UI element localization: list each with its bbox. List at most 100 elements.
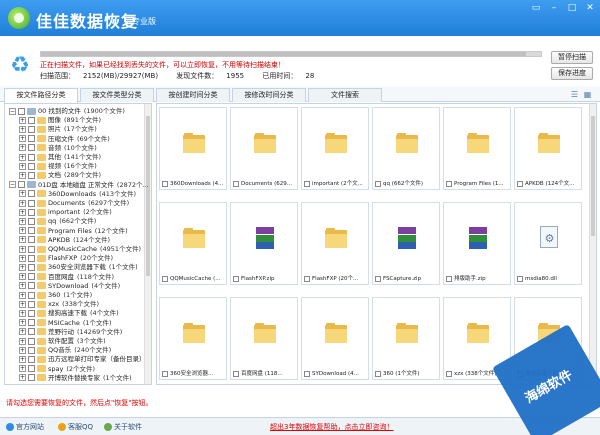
tree-checkbox[interactable]: [28, 245, 35, 253]
file-tile[interactable]: SYDownload (4...: [301, 297, 369, 380]
consult-link[interactable]: 超出3年数据恢复帮助，点击立即咨询！: [270, 422, 393, 432]
tree-item[interactable]: + MSICache (1个文件): [19, 319, 112, 328]
file-tile[interactable]: qq (662个文件): [372, 107, 440, 190]
tree-expander[interactable]: +: [19, 227, 26, 235]
save-progress-button[interactable]: 保存进度: [551, 67, 593, 80]
grid-scroll-thumb[interactable]: [591, 116, 595, 236]
tree-checkbox[interactable]: [28, 190, 35, 198]
tree-expander[interactable]: +: [19, 355, 26, 363]
file-tile[interactable]: 排版助手.zip: [443, 202, 511, 285]
tree-expander[interactable]: −: [9, 181, 16, 189]
tree-expander[interactable]: +: [19, 153, 26, 161]
tree-checkbox[interactable]: [28, 300, 35, 308]
support-qq-link[interactable]: 客服QQ: [58, 422, 93, 432]
file-checkbox[interactable]: [304, 370, 310, 377]
tree-item[interactable]: + Program Files (12个文件): [19, 227, 128, 236]
file-checkbox[interactable]: [162, 275, 168, 282]
tree-expander[interactable]: +: [19, 125, 26, 133]
file-checkbox[interactable]: [517, 275, 523, 282]
tab-by-modified[interactable]: 按修改时间分类: [232, 88, 306, 102]
file-tile[interactable]: 百度网盘 (118...: [230, 297, 298, 380]
tree-scroll-thumb[interactable]: [146, 116, 150, 276]
tree-checkbox[interactable]: [28, 125, 35, 133]
file-tile[interactable]: FlashFXP (20个...: [301, 202, 369, 285]
tree-item[interactable]: + SYDownload (4个文件): [19, 282, 120, 291]
tree-item[interactable]: + 迅方远程单打印专家（备份目录）: [19, 355, 146, 364]
tree-checkbox[interactable]: [28, 319, 35, 327]
tree-expander[interactable]: +: [19, 199, 26, 207]
tree-item[interactable]: + 视频 (16个文件): [19, 162, 97, 171]
tree-expander[interactable]: +: [19, 171, 26, 179]
tab-by-created[interactable]: 按创建时间分类: [156, 88, 230, 102]
tree-expander[interactable]: +: [19, 273, 26, 281]
tree-checkbox[interactable]: [28, 282, 35, 290]
tree-checkbox[interactable]: [18, 107, 25, 115]
tree-checkbox[interactable]: [28, 374, 35, 382]
tab-by-type[interactable]: 按文件类型分类: [80, 88, 154, 102]
tree-item[interactable]: + 百度网盘 (118个文件): [19, 273, 114, 282]
tree-expander[interactable]: +: [19, 309, 26, 317]
tree-checkbox[interactable]: [28, 208, 35, 216]
file-tile[interactable]: 360 (1个文件): [372, 297, 440, 380]
file-tile[interactable]: FlashFXP.zip: [230, 202, 298, 285]
file-tile[interactable]: Program Files (1...: [443, 107, 511, 190]
tree-checkbox[interactable]: [28, 144, 35, 152]
tree-checkbox[interactable]: [28, 135, 35, 143]
tree-item[interactable]: + 压缩文件 (69个文件): [19, 135, 110, 144]
file-checkbox[interactable]: [446, 370, 452, 377]
tree-expander[interactable]: +: [19, 190, 26, 198]
tree-item[interactable]: + xzx (338个文件): [19, 300, 99, 309]
tree-item[interactable]: + QQMusicCache (4951个文件): [19, 245, 141, 254]
tab-by-path[interactable]: 按文件路径分类: [4, 88, 78, 103]
tree-item[interactable]: + FlashFXP (20个文件): [19, 254, 113, 263]
file-tile[interactable]: APKDB (124个文...: [514, 107, 582, 190]
tree-checkbox[interactable]: [28, 346, 35, 354]
tree-expander[interactable]: +: [19, 374, 26, 382]
tab-file-search[interactable]: 文件搜索: [308, 88, 382, 102]
tree-expander[interactable]: +: [19, 300, 26, 308]
file-checkbox[interactable]: [375, 370, 381, 377]
file-checkbox[interactable]: [304, 180, 310, 187]
file-tile[interactable]: 360Downloads (4...: [159, 107, 227, 190]
tree-expander[interactable]: +: [19, 254, 26, 262]
file-tile[interactable]: Documents (629...: [230, 107, 298, 190]
minimize-button[interactable]: –: [546, 2, 562, 14]
tree-expander[interactable]: +: [19, 144, 26, 152]
file-tile[interactable]: ⚙ msdia80.dll: [514, 202, 582, 285]
file-checkbox[interactable]: [304, 275, 310, 282]
file-checkbox[interactable]: [233, 180, 239, 187]
list-view-icon[interactable]: ☰: [570, 90, 579, 99]
tree-expander[interactable]: +: [19, 328, 26, 336]
tree-expander[interactable]: +: [19, 217, 26, 225]
about-link[interactable]: 关于软件: [104, 422, 142, 432]
file-tile[interactable]: 360安全浏览器...: [159, 297, 227, 380]
file-tile[interactable]: FSCapture.zip: [372, 202, 440, 285]
tree-item[interactable]: + important (2个文件): [19, 208, 112, 217]
tree-expander[interactable]: +: [19, 319, 26, 327]
tree-checkbox[interactable]: [28, 162, 35, 170]
tree-item[interactable]: + 文档 (289个文件): [19, 171, 101, 180]
tree-checkbox[interactable]: [28, 355, 35, 363]
tree-checkbox[interactable]: [28, 199, 35, 207]
tree-checkbox[interactable]: [28, 328, 35, 336]
tree-item[interactable]: +360Downloads (413个文件): [19, 190, 136, 199]
tree-item[interactable]: + 音频 (10个文件): [19, 144, 97, 153]
tree-expander[interactable]: −: [9, 107, 16, 115]
tree-checkbox[interactable]: [28, 291, 35, 299]
tree-item[interactable]: + qq (662个文件): [19, 217, 96, 226]
tree-checkbox[interactable]: [28, 309, 35, 317]
tree-checkbox[interactable]: [28, 337, 35, 345]
tree-expander[interactable]: +: [19, 236, 26, 244]
tree-checkbox[interactable]: [28, 236, 35, 244]
file-checkbox[interactable]: [162, 180, 168, 187]
tree-item[interactable]: + Documents (6297个文件): [19, 199, 129, 208]
tree-checkbox[interactable]: [28, 116, 35, 124]
tree-checkbox[interactable]: [28, 171, 35, 179]
file-checkbox[interactable]: [446, 180, 452, 187]
tree-item[interactable]: + 开博软件替换专家 (1个文件): [19, 374, 132, 383]
tree-item[interactable]: +360安全浏览器下载 (1个文件): [19, 263, 138, 272]
tree-expander[interactable]: +: [19, 208, 26, 216]
tree-expander[interactable]: +: [19, 135, 26, 143]
close-button[interactable]: ✕: [582, 2, 598, 14]
tree-expander[interactable]: +: [19, 245, 26, 253]
